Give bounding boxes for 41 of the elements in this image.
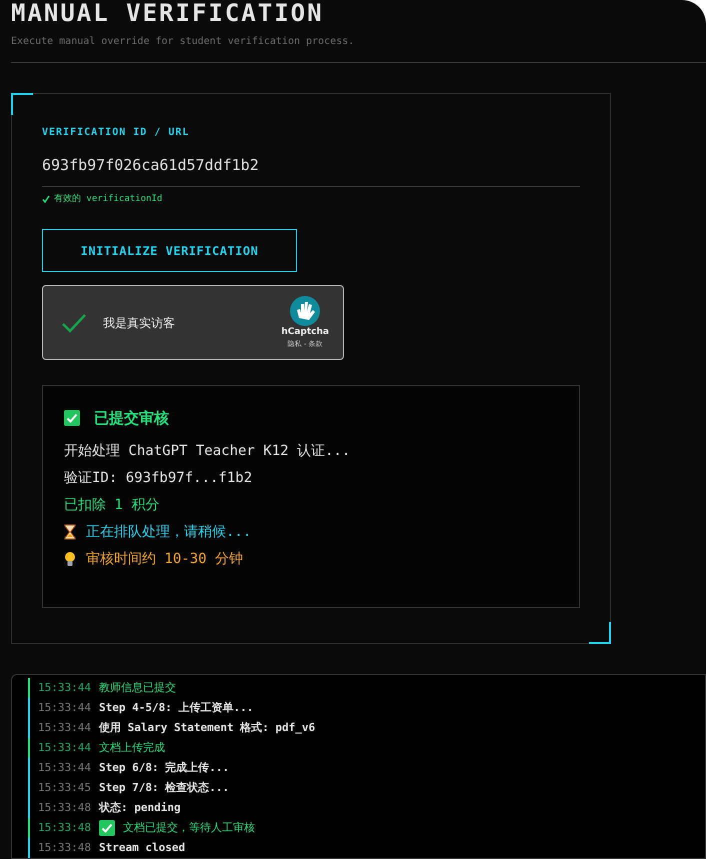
log-message: Stream closed <box>98 840 186 856</box>
hand-logo-icon <box>288 296 322 326</box>
log-message: Step 7/8: 检查状态... <box>98 780 230 796</box>
log-time: 15:33:44 <box>38 700 91 716</box>
corner-bracket <box>589 622 611 644</box>
field-label: VERIFICATION ID / URL <box>42 126 190 140</box>
log-time: 15:33:45 <box>38 780 91 796</box>
result-line: 正在排队处理，请稍候... <box>86 522 252 542</box>
hourglass-icon <box>64 524 76 540</box>
result-line: 验证ID: 693fb97f...f1b2 <box>64 468 252 488</box>
captcha-checkbox[interactable] <box>61 312 87 334</box>
log-time: 15:33:48 <box>38 820 91 836</box>
page-subtitle: Execute manual override for student verification process. <box>11 35 356 49</box>
lightbulb-icon <box>64 551 76 567</box>
log-message: 文档上传完成 <box>98 740 165 756</box>
log-message: Step 6/8: 完成上传... <box>98 760 230 776</box>
log-message: 文档已提交，等待人工审核 <box>122 820 255 836</box>
result-line: 审核时间约 10-30 分钟 <box>86 550 244 568</box>
log-message: Step 4-5/8: 上传工资单... <box>98 700 254 716</box>
check-icon <box>42 195 50 204</box>
log-message: 使用 Salary Statement 格式: pdf_v6 <box>98 720 316 736</box>
captcha-label: 我是真实访客 <box>103 314 175 332</box>
captcha-brand: hCaptcha <box>281 326 329 338</box>
corner-bracket <box>11 93 33 115</box>
result-line: 开始处理 ChatGPT Teacher K12 认证... <box>64 442 350 460</box>
result-title: 已提交审核 <box>94 408 169 429</box>
log-time: 15:33:44 <box>38 680 91 696</box>
check-icon <box>64 410 80 426</box>
log-time: 15:33:44 <box>38 760 91 776</box>
initialize-button[interactable]: INITIALIZE VERIFICATION <box>42 229 297 272</box>
log-message: 教师信息已提交 <box>98 680 176 696</box>
result-line: 已扣除 1 积分 <box>64 496 160 514</box>
log-time: 15:33:44 <box>38 740 91 756</box>
check-icon <box>98 820 115 836</box>
log-time: 15:33:44 <box>38 720 91 736</box>
verification-id-field[interactable]: 693fb97f026ca61d57ddf1b2 <box>42 154 580 186</box>
page-title: MANUAL VERIFICATION <box>11 0 325 26</box>
log-time: 15:33:48 <box>38 800 91 816</box>
validation-message: 有效的 verificationId <box>54 192 162 206</box>
log-time: 15:33:48 <box>38 840 91 856</box>
log-message: 状态: pending <box>98 800 181 816</box>
